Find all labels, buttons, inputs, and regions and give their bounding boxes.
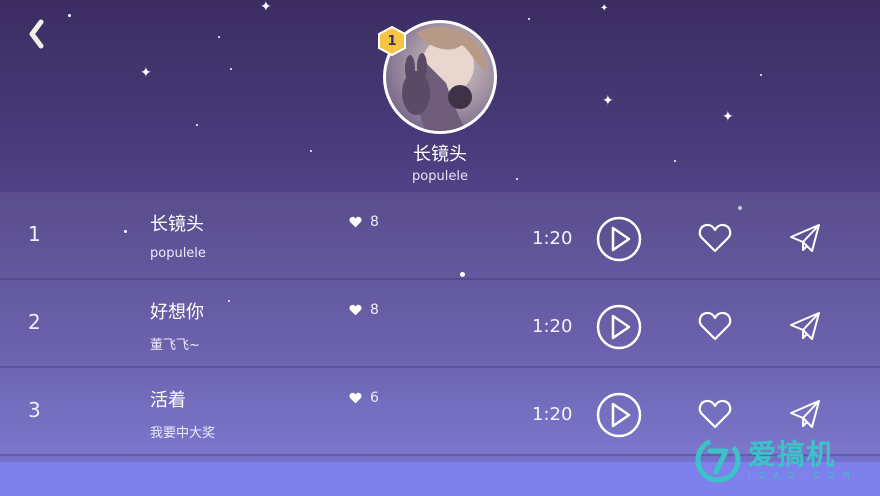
song-list: 1 长镜头 populele 8 1:20 2 好想你 董飞飞~ 8 1:20 … <box>0 192 880 456</box>
share-button[interactable] <box>788 310 822 342</box>
play-icon <box>596 304 642 350</box>
album-artist: populele <box>412 169 468 184</box>
favorite-button[interactable] <box>698 222 732 254</box>
song-row[interactable]: 1 长镜头 populele 8 1:20 <box>0 192 880 280</box>
play-button[interactable] <box>596 216 642 262</box>
heart-outline-icon <box>698 311 732 341</box>
song-index: 1 <box>28 222 41 246</box>
song-row[interactable]: 2 好想你 董飞飞~ 8 1:20 <box>0 280 880 368</box>
watermark-text: 爱搞机 I G A O . C O M <box>748 437 853 480</box>
song-title: 好想你 <box>150 302 204 323</box>
song-likes: 6 <box>349 390 379 406</box>
song-artist: 我要中大奖 <box>150 426 216 441</box>
paper-plane-icon <box>790 400 820 428</box>
song-index: 2 <box>28 310 41 334</box>
song-duration: 1:20 <box>532 228 573 249</box>
paper-plane-icon <box>790 312 820 340</box>
song-title: 活着 <box>150 390 186 411</box>
song-duration: 1:20 <box>532 316 573 337</box>
play-button[interactable] <box>596 304 642 350</box>
song-index: 3 <box>28 398 41 422</box>
share-button[interactable] <box>788 222 822 254</box>
album-avatar-wrap: 1 <box>378 20 497 134</box>
share-button[interactable] <box>788 398 822 430</box>
heart-icon <box>349 392 362 404</box>
album-title: 长镜头 <box>413 144 467 165</box>
rank-badge-number: 1 <box>387 33 397 49</box>
paper-plane-icon <box>790 224 820 252</box>
heart-icon <box>349 216 362 228</box>
song-like-count: 8 <box>370 214 379 230</box>
play-icon <box>596 392 642 438</box>
play-icon <box>596 216 642 262</box>
watermark-logo-icon <box>695 437 741 483</box>
song-likes: 8 <box>349 214 379 230</box>
watermark-sub: I G A O . C O M <box>748 470 853 480</box>
play-button[interactable] <box>596 392 642 438</box>
rank-badge: 1 <box>377 25 407 57</box>
watermark: 爱搞机 I G A O . C O M <box>692 432 872 488</box>
favorite-button[interactable] <box>698 398 732 430</box>
heart-outline-icon <box>698 399 732 429</box>
album-header: 1 长镜头 populele <box>0 0 880 192</box>
song-duration: 1:20 <box>532 404 573 425</box>
song-title: 长镜头 <box>150 214 204 235</box>
heart-outline-icon <box>698 223 732 253</box>
song-like-count: 6 <box>370 390 379 406</box>
song-likes: 8 <box>349 302 379 318</box>
favorite-button[interactable] <box>698 310 732 342</box>
song-artist: populele <box>150 246 206 261</box>
song-artist: 董飞飞~ <box>150 338 200 353</box>
watermark-main: 爱搞机 <box>748 437 836 471</box>
song-like-count: 8 <box>370 302 379 318</box>
heart-icon <box>349 304 362 316</box>
